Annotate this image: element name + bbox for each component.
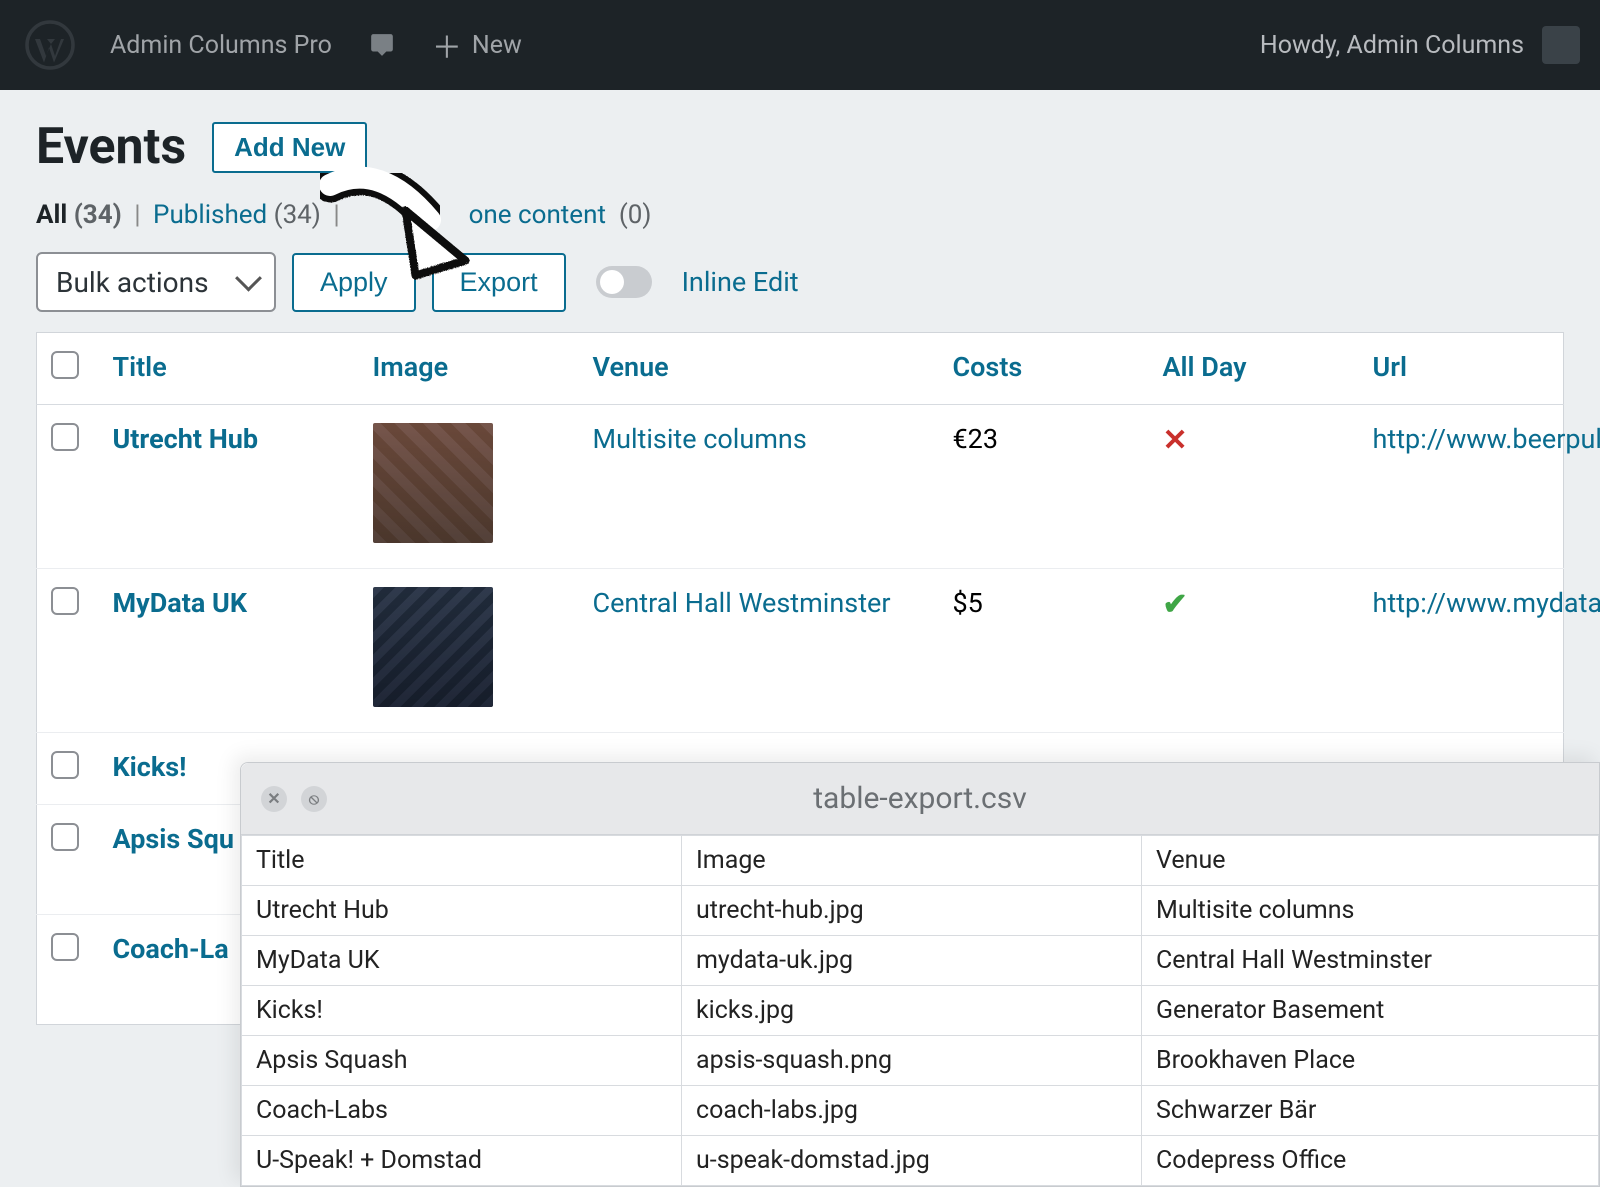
table-row: MyData UK Central Hall Westminster $5 ✔ … <box>37 569 1564 733</box>
csv-header: Title <box>242 836 682 886</box>
site-title-text: Admin Columns Pro <box>110 31 332 60</box>
csv-header: Image <box>682 836 1142 886</box>
row-url[interactable]: http://www.mydata <box>1359 569 1564 733</box>
row-checkbox[interactable] <box>51 933 79 961</box>
row-checkbox[interactable] <box>51 423 79 451</box>
csv-window-titlebar[interactable]: ✕ ⦸ table-export.csv <box>241 763 1599 835</box>
howdy-greeting: Howdy, <box>1260 31 1340 60</box>
select-all-checkbox[interactable] <box>51 351 79 379</box>
row-venue[interactable]: Central Hall Westminster <box>579 569 939 733</box>
filter-all[interactable]: All (34) <box>36 200 128 230</box>
row-costs: $5 <box>939 569 1149 733</box>
col-allday[interactable]: All Day <box>1149 333 1359 405</box>
row-image-thumb[interactable] <box>373 423 493 543</box>
check-icon: ✔ <box>1163 587 1188 622</box>
filter-cornerstone[interactable]: one content (0) <box>469 200 652 230</box>
filter-published[interactable]: Published (34) <box>153 200 327 230</box>
row-title-link[interactable]: Apsis Squ <box>113 823 234 855</box>
bulk-actions-select[interactable]: Bulk actions <box>36 252 276 312</box>
inline-edit-label: Inline Edit <box>682 266 799 298</box>
new-content-link[interactable]: ＋ New <box>432 23 522 67</box>
csv-filename: table-export.csv <box>241 781 1599 816</box>
new-label: New <box>472 31 522 60</box>
row-checkbox[interactable] <box>51 587 79 615</box>
inline-edit-toggle[interactable] <box>596 266 652 298</box>
howdy-username: Admin Columns <box>1347 31 1524 60</box>
csv-row: Coach-Labscoach-labs.jpgSchwarzer Bär <box>242 1086 1599 1136</box>
wp-admin-bar: Admin Columns Pro ＋ New Howdy, Admin Col… <box>0 0 1600 90</box>
export-button[interactable]: Export <box>432 253 566 312</box>
row-url[interactable]: http://www.beerpul <box>1359 405 1564 569</box>
csv-row: Utrecht Hubutrecht-hub.jpgMultisite colu… <box>242 886 1599 936</box>
status-filters: All (34) | Published (34) | one content … <box>36 200 1564 230</box>
csv-row: U-Speak! + Domstadu-speak-domstad.jpgCod… <box>242 1136 1599 1186</box>
row-title-link[interactable]: MyData UK <box>113 587 248 619</box>
csv-row: Apsis Squashapsis-squash.pngBrookhaven P… <box>242 1036 1599 1086</box>
apply-button[interactable]: Apply <box>292 253 416 312</box>
x-icon: ✕ <box>1163 423 1188 458</box>
row-venue[interactable]: Multisite columns <box>579 405 939 569</box>
col-venue[interactable]: Venue <box>579 333 939 405</box>
table-row: Utrecht Hub Multisite columns €23 ✕ http… <box>37 405 1564 569</box>
comments-icon[interactable] <box>368 32 396 58</box>
csv-table: Title Image Venue Utrecht Hubutrecht-hub… <box>241 835 1599 1186</box>
csv-row: Kicks!kicks.jpgGenerator Basement <box>242 986 1599 1036</box>
avatar[interactable] <box>1542 26 1580 64</box>
wordpress-logo-icon[interactable] <box>20 15 80 75</box>
row-checkbox[interactable] <box>51 823 79 851</box>
add-new-button[interactable]: Add New <box>212 122 367 173</box>
csv-row: MyData UKmydata-uk.jpgCentral Hall Westm… <box>242 936 1599 986</box>
col-title[interactable]: Title <box>99 333 359 405</box>
csv-preview-window: ✕ ⦸ table-export.csv Title Image Venue U… <box>240 762 1600 1187</box>
row-checkbox[interactable] <box>51 751 79 779</box>
col-costs[interactable]: Costs <box>939 333 1149 405</box>
row-title-link[interactable]: Kicks! <box>113 751 187 783</box>
site-title-link[interactable]: Admin Columns Pro <box>110 31 332 60</box>
bulk-actions-label: Bulk actions <box>56 266 209 299</box>
howdy-account[interactable]: Howdy, Admin Columns <box>1260 31 1524 60</box>
row-title-link[interactable]: Utrecht Hub <box>113 423 259 455</box>
row-image-thumb[interactable] <box>373 587 493 707</box>
page-title: Events <box>36 118 186 176</box>
row-title-link[interactable]: Coach-La <box>113 933 229 965</box>
plus-icon: ＋ <box>432 23 462 67</box>
row-costs: €23 <box>939 405 1149 569</box>
col-url[interactable]: Url <box>1359 333 1564 405</box>
csv-header: Venue <box>1142 836 1599 886</box>
col-image[interactable]: Image <box>359 333 579 405</box>
